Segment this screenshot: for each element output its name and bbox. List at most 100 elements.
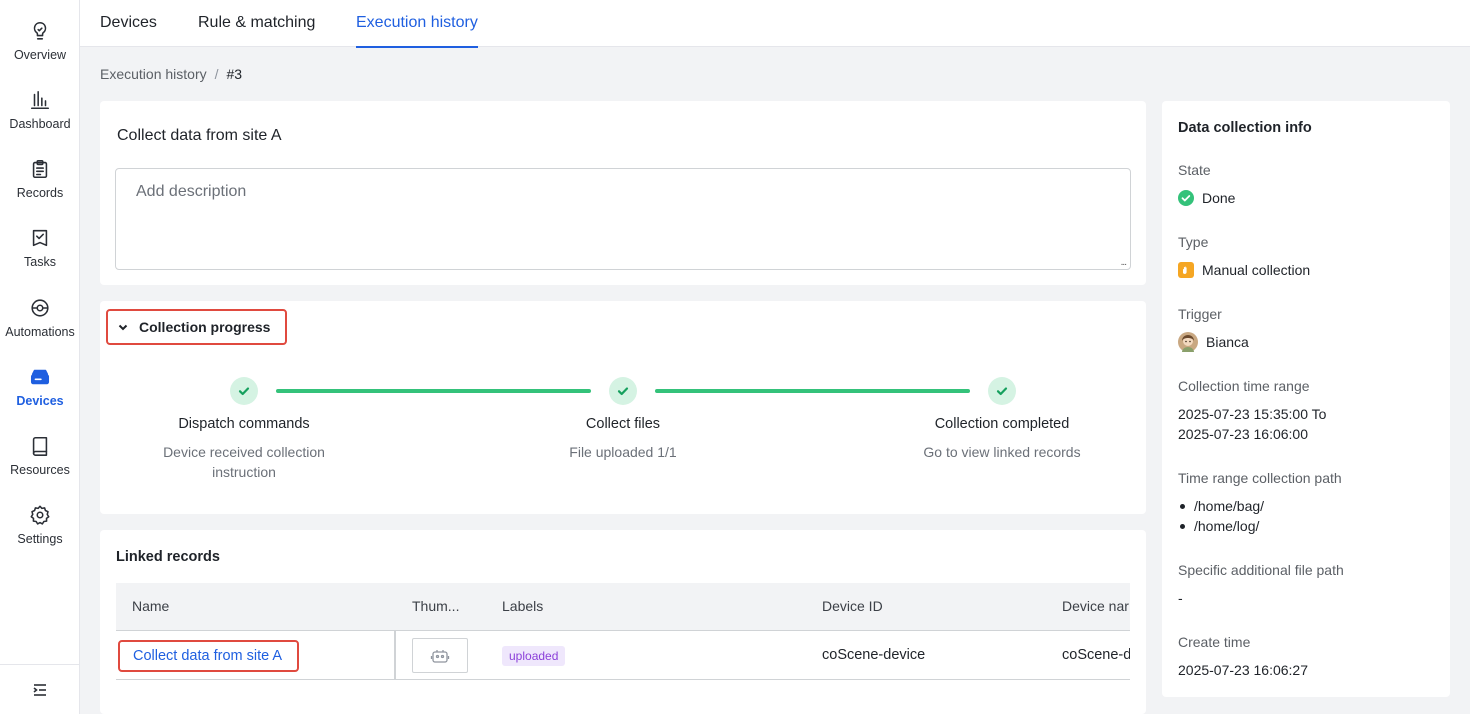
check-icon [238,387,250,396]
description-placeholder: Add description [136,183,247,200]
column-header-thumbnail[interactable]: Thum... [412,583,459,630]
step-subtitle: Device received collection instruction [114,442,374,482]
data-collection-info-panel: Data collection info State Done Type Man… [1162,101,1450,697]
trigger-value: Bianca [1178,332,1249,352]
additional-file-path-label: Specific additional file path [1178,562,1344,578]
create-time-label: Create time [1178,634,1251,650]
avatar[interactable] [1178,332,1198,352]
device-icon [30,369,50,385]
record-thumbnail[interactable] [412,638,468,673]
view-linked-records-link[interactable]: Go to view linked records [872,442,1132,462]
sidebar-item-label: Settings [17,532,63,546]
sidebar-item-label: Automations [5,325,75,339]
collection-time-range-label: Collection time range [1178,378,1310,394]
sidebar-item-overview[interactable]: Overview [0,14,80,76]
breadcrumb-separator: / [214,66,219,82]
table-row[interactable]: Collect data from site A uploaded coScen… [116,631,1130,680]
sidebar-item-label: Records [16,186,64,200]
create-time-value: 2025-07-23 16:06:27 [1178,662,1308,678]
additional-file-path-value: - [1178,590,1183,606]
linked-records-table[interactable]: Name Thum... Labels Device ID Device nar… [116,583,1130,680]
record-name-link[interactable]: Collect data from site A [118,640,299,672]
sidebar-item-label: Resources [10,463,70,477]
sidebar: Overview Dashboard Records Tasks Automat… [0,0,80,714]
type-value: Manual collection [1178,260,1310,280]
sidebar-item-label: Dashboard [9,117,71,131]
column-divider [394,631,396,679]
time-range-path-label: Time range collection path [1178,470,1342,486]
breadcrumb: Execution history / #3 [100,66,242,82]
linked-records-title: Linked records [116,549,220,565]
clipboard-icon [32,159,48,179]
step-title: Collect files [585,416,661,432]
step-title: Collection completed [934,416,1070,432]
trigger-user-name: Bianca [1206,334,1249,350]
sidebar-item-automations[interactable]: Automations [0,291,80,353]
step-2-status [609,377,637,405]
step-connector [655,389,970,393]
type-label: Type [1178,234,1209,250]
record-device-id: coScene-device [822,647,926,663]
book-icon [32,436,48,456]
time-range-end: 2025-07-23 16:06:00 [1178,426,1308,442]
sidebar-item-devices[interactable]: Devices [0,360,80,422]
sidebar-item-records[interactable]: Records [0,152,80,214]
step-subtitle-line: Device received collection [163,444,325,460]
collection-progress-toggle[interactable]: Collection progress [106,309,287,345]
tab-devices[interactable]: Devices [100,0,157,47]
sidebar-item-label: Tasks [24,255,56,269]
type-text: Manual collection [1202,262,1311,278]
list-item: /home/bag/ [1178,496,1264,516]
chevron-down-icon [118,324,128,331]
column-header-labels[interactable]: Labels [502,583,543,630]
breadcrumb-parent[interactable]: Execution history [100,66,207,82]
column-header-name[interactable]: Name [132,583,169,630]
table-header: Name Thum... Labels Device ID Device nar [116,583,1130,631]
step-title: Dispatch commands [178,416,310,432]
automation-icon [31,299,49,317]
collapse-sidebar-button[interactable] [0,664,80,714]
check-icon [996,387,1008,396]
top-tabs: Devices Rule & matching Execution histor… [80,0,1470,48]
check-icon [617,387,629,396]
time-range-path-list: /home/bag/ /home/log/ [1178,496,1264,536]
sidebar-item-label: Devices [16,394,64,408]
step-subtitle-line: instruction [212,464,276,480]
bulb-icon [33,21,47,40]
sidebar-item-tasks[interactable]: Tasks [0,221,80,283]
manual-collection-icon [1178,262,1194,278]
description-input[interactable]: Add description ... [115,168,1131,270]
task-check-icon [32,229,48,247]
gear-icon [30,505,50,525]
info-title: Data collection info [1178,120,1312,136]
trigger-label: Trigger [1178,306,1222,322]
record-label-badge: uploaded [502,646,566,666]
section-title: Collection progress [139,319,271,335]
task-header-card: Collect data from site A Add description… [100,101,1146,285]
page-title[interactable]: Collect data from site A [117,127,282,145]
state-value: Done [1178,188,1235,208]
step-1-status [230,377,258,405]
column-header-device-name[interactable]: Device nar [1062,583,1129,630]
robot-icon [430,649,450,663]
state-label: State [1178,162,1211,178]
record-device-name: coScene-d [1062,647,1130,663]
bar-chart-icon [30,90,50,110]
linked-records-card: Linked records Name Thum... Labels Devic… [100,530,1146,714]
collection-time-range-value: 2025-07-23 15:35:00 To 2025-07-23 16:06:… [1178,404,1326,444]
success-check-icon [1178,190,1194,206]
sidebar-item-dashboard[interactable]: Dashboard [0,83,80,145]
tab-execution-history[interactable]: Execution history [356,0,478,48]
breadcrumb-current: #3 [226,66,243,82]
resize-handle-icon[interactable]: ... [1121,257,1127,268]
sidebar-item-settings[interactable]: Settings [0,498,80,560]
time-range-start: 2025-07-23 15:35:00 To [1178,406,1327,422]
tab-rule-matching[interactable]: Rule & matching [198,0,315,47]
step-connector [276,389,591,393]
list-item: /home/log/ [1178,516,1264,536]
state-text: Done [1202,190,1236,206]
column-header-device-id[interactable]: Device ID [822,583,883,630]
collection-progress-card: Collection progress Dispatch commands De… [100,301,1146,514]
sidebar-item-resources[interactable]: Resources [0,429,80,491]
step-3-status [988,377,1016,405]
